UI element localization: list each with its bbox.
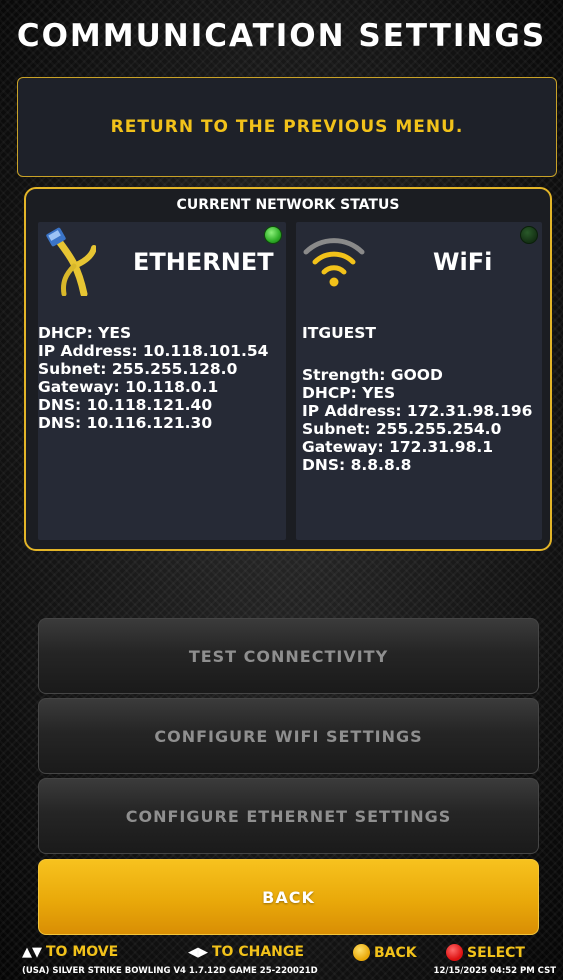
wifi-gateway: Gateway: 172.31.98.1 [302, 438, 494, 456]
page-title: COMMUNICATION SETTINGS [16, 18, 547, 54]
hint-select: SELECT [446, 944, 525, 961]
hint-back-label: BACK [374, 944, 417, 961]
wifi-status-indicator [520, 226, 538, 244]
ethernet-card: ETHERNET DHCP: YES IP Address: 10.118.10… [38, 222, 286, 540]
configure-wifi-settings-button[interactable]: CONFIGURE WIFI SETTINGS [38, 698, 539, 774]
wifi-strength: Strength: GOOD [302, 366, 443, 384]
red-button-icon [446, 944, 463, 961]
ethernet-title: ETHERNET [133, 248, 274, 276]
ethernet-dns-1: DNS: 10.118.121.40 [38, 396, 213, 414]
wifi-dns: DNS: 8.8.8.8 [302, 456, 412, 474]
hint-move: ▲▼ TO MOVE [22, 944, 118, 960]
back-button[interactable]: BACK [38, 859, 539, 935]
left-right-arrows-icon: ◀▶ [188, 944, 208, 960]
wifi-signal-icon [303, 238, 365, 287]
yellow-button-icon [353, 944, 370, 961]
configure-ethernet-settings-button[interactable]: CONFIGURE ETHERNET SETTINGS [38, 778, 539, 854]
version-info: (USA) SILVER STRIKE BOWLING V4 1.7.12D G… [22, 966, 318, 976]
hint-select-label: SELECT [467, 944, 525, 961]
ethernet-ip: IP Address: 10.118.101.54 [38, 342, 269, 360]
ethernet-cable-icon [46, 227, 96, 296]
date-time: 12/15/2025 04:52 PM CST [433, 966, 556, 976]
wifi-dhcp: DHCP: YES [302, 384, 396, 402]
wifi-details: Strength: GOOD DHCP: YES IP Address: 172… [302, 366, 532, 474]
wifi-title: WiFi [433, 248, 493, 276]
network-status-title: CURRENT NETWORK STATUS [176, 197, 400, 213]
hint-change-label: TO CHANGE [212, 944, 304, 960]
return-label: RETURN TO THE PREVIOUS MENU. [110, 117, 464, 137]
ethernet-dhcp: DHCP: YES [38, 324, 132, 342]
network-status-panel: CURRENT NETWORK STATUS ETHERNET DHCP: YE… [24, 187, 552, 551]
wifi-ip: IP Address: 172.31.98.196 [302, 402, 533, 420]
footer: (USA) SILVER STRIKE BOWLING V4 1.7.12D G… [0, 966, 563, 980]
hint-change: ◀▶ TO CHANGE [188, 944, 304, 960]
up-down-arrows-icon: ▲▼ [22, 944, 42, 960]
wifi-ssid: ITGUEST [302, 324, 376, 342]
ethernet-gateway: Gateway: 10.118.0.1 [38, 378, 219, 396]
hint-move-label: TO MOVE [46, 944, 119, 960]
wifi-card: WiFi ITGUEST Strength: GOOD DHCP: YES IP… [296, 222, 542, 540]
hint-back: BACK [353, 944, 417, 961]
test-connectivity-button[interactable]: TEST CONNECTIVITY [38, 618, 539, 694]
ethernet-status-indicator [264, 226, 282, 244]
ethernet-subnet: Subnet: 255.255.128.0 [38, 360, 238, 378]
wifi-subnet: Subnet: 255.255.254.0 [302, 420, 502, 438]
control-hints: ▲▼ TO MOVE ◀▶ TO CHANGE BACK SELECT [0, 944, 563, 964]
ethernet-details: DHCP: YES IP Address: 10.118.101.54 Subn… [38, 324, 268, 432]
return-to-previous-menu-button[interactable]: RETURN TO THE PREVIOUS MENU. [17, 77, 557, 177]
ethernet-dns-2: DNS: 10.116.121.30 [38, 414, 213, 432]
